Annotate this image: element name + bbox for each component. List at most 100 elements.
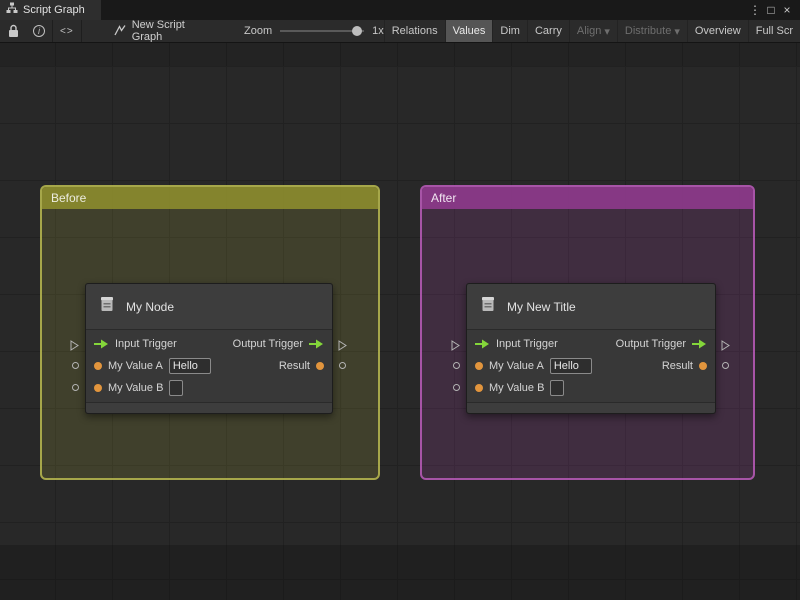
toolbar-buttons: Relations Values Dim Carry Align ▾ Distr… [383, 20, 800, 42]
trigger-row: Input Trigger Output Trigger [467, 333, 715, 355]
toolbar-separator [80, 20, 82, 42]
node-footer [467, 402, 715, 413]
align-button[interactable]: Align ▾ [568, 20, 617, 42]
code-view-icon[interactable]: <> [53, 20, 81, 42]
tab-script-graph[interactable]: Script Graph [0, 0, 101, 20]
value-port-icon [699, 362, 707, 370]
flow-out-icon [692, 339, 707, 349]
port-label: Input Trigger [115, 338, 177, 350]
value-b-row: My Value B [86, 377, 332, 399]
port-label: My Value A [108, 360, 163, 372]
group-title: Before [51, 191, 87, 205]
value-port-icon [94, 362, 102, 370]
unit-icon [97, 294, 117, 319]
chevron-down-icon: ▾ [604, 25, 610, 38]
flow-port-marker[interactable] [338, 338, 347, 356]
value-b-input[interactable] [169, 380, 184, 396]
port-label: Result [661, 360, 693, 372]
maximize-icon[interactable]: □ [763, 0, 779, 20]
graph-name[interactable]: New Script Graph [114, 20, 218, 43]
value-port-marker[interactable] [453, 384, 460, 391]
port-value-a[interactable]: My Value A [475, 358, 592, 374]
overview-button[interactable]: Overview [686, 20, 748, 42]
info-icon[interactable]: i [26, 20, 52, 42]
value-port-icon [475, 384, 483, 392]
distribute-button[interactable]: Distribute ▾ [616, 20, 687, 42]
node-body: Input Trigger Output Trigger My Value A [86, 330, 332, 402]
chevron-down-icon: ▾ [674, 25, 680, 38]
port-output-trigger[interactable]: Output Trigger [616, 338, 707, 350]
port-result[interactable]: Result [662, 360, 707, 372]
zoom-value: 1x [372, 25, 384, 37]
flow-port-marker[interactable] [451, 338, 460, 356]
tab-bar: Script Graph ⋮ □ × [0, 0, 800, 20]
value-port-icon [94, 384, 102, 392]
dim-button[interactable]: Dim [492, 20, 527, 42]
flow-port-marker[interactable] [721, 338, 730, 356]
trigger-row: Input Trigger Output Trigger [86, 333, 332, 355]
port-input-trigger[interactable]: Input Trigger [94, 338, 177, 350]
port-label: Output Trigger [615, 338, 686, 350]
value-port-marker[interactable] [339, 362, 346, 369]
port-value-b[interactable]: My Value B [475, 380, 565, 396]
port-value-a[interactable]: My Value A [94, 358, 211, 374]
lock-icon[interactable] [0, 20, 26, 42]
graph-canvas[interactable]: Before After My Node Input Trigger Outpu… [0, 43, 800, 600]
port-input-trigger[interactable]: Input Trigger [475, 338, 558, 350]
script-graph-window: Script Graph ⋮ □ × i <> New Script Graph… [0, 0, 800, 600]
value-a-row: My Value A Result [86, 355, 332, 377]
value-port-marker[interactable] [453, 362, 460, 369]
port-result[interactable]: Result [279, 360, 324, 372]
port-label: Input Trigger [496, 338, 558, 350]
node-title: My Node [126, 299, 175, 314]
fullscreen-button[interactable]: Full Scr [747, 20, 800, 42]
value-a-input[interactable] [549, 358, 592, 374]
flow-port-marker[interactable] [70, 338, 79, 356]
canvas-shade-bottom [0, 545, 800, 600]
unit-icon [478, 294, 498, 319]
node-header[interactable]: My New Title [467, 284, 715, 330]
close-icon[interactable]: × [779, 0, 795, 20]
node-footer [86, 402, 332, 413]
flow-out-icon [309, 339, 324, 349]
tab-title: Script Graph [23, 4, 85, 16]
graph-asset-icon [114, 24, 126, 39]
flow-in-icon [94, 339, 109, 349]
zoom-label: Zoom [243, 25, 273, 37]
window-controls: ⋮ □ × [747, 0, 800, 20]
node-title: My New Title [507, 299, 576, 314]
values-button[interactable]: Values [444, 20, 493, 42]
value-port-marker[interactable] [72, 384, 79, 391]
graph-toolbar: i <> New Script Graph Zoom 1x Relations … [0, 20, 800, 43]
group-after-header[interactable]: After [422, 187, 753, 209]
relations-button[interactable]: Relations [383, 20, 445, 42]
port-output-trigger[interactable]: Output Trigger [233, 338, 324, 350]
zoom-slider-knob[interactable] [352, 26, 363, 36]
unit-node-before[interactable]: My Node Input Trigger Output Trigger My … [85, 283, 333, 414]
port-label: My Value B [108, 382, 164, 394]
value-b-input[interactable] [550, 380, 565, 396]
port-value-b[interactable]: My Value B [94, 380, 184, 396]
flow-in-icon [475, 339, 490, 349]
value-a-row: My Value A Result [467, 355, 715, 377]
port-label: Result [278, 360, 310, 372]
value-port-marker[interactable] [722, 362, 729, 369]
node-header[interactable]: My Node [86, 284, 332, 330]
window-menu-icon[interactable]: ⋮ [747, 0, 763, 20]
group-title: After [431, 191, 457, 205]
value-port-marker[interactable] [72, 362, 79, 369]
graph-name-label: New Script Graph [131, 20, 185, 43]
script-graph-icon [6, 1, 18, 19]
value-b-row: My Value B [467, 377, 715, 399]
value-port-icon [316, 362, 324, 370]
group-before-header[interactable]: Before [42, 187, 378, 209]
node-body: Input Trigger Output Trigger My Value A [467, 330, 715, 402]
value-a-input[interactable] [168, 358, 211, 374]
port-label: My Value B [489, 382, 545, 394]
port-label: My Value A [489, 360, 544, 372]
carry-button[interactable]: Carry [526, 20, 569, 42]
value-port-icon [475, 362, 483, 370]
canvas-shade-top [0, 43, 800, 66]
unit-node-after[interactable]: My New Title Input Trigger Output Trigge… [466, 283, 716, 414]
zoom-slider[interactable] [280, 25, 365, 37]
